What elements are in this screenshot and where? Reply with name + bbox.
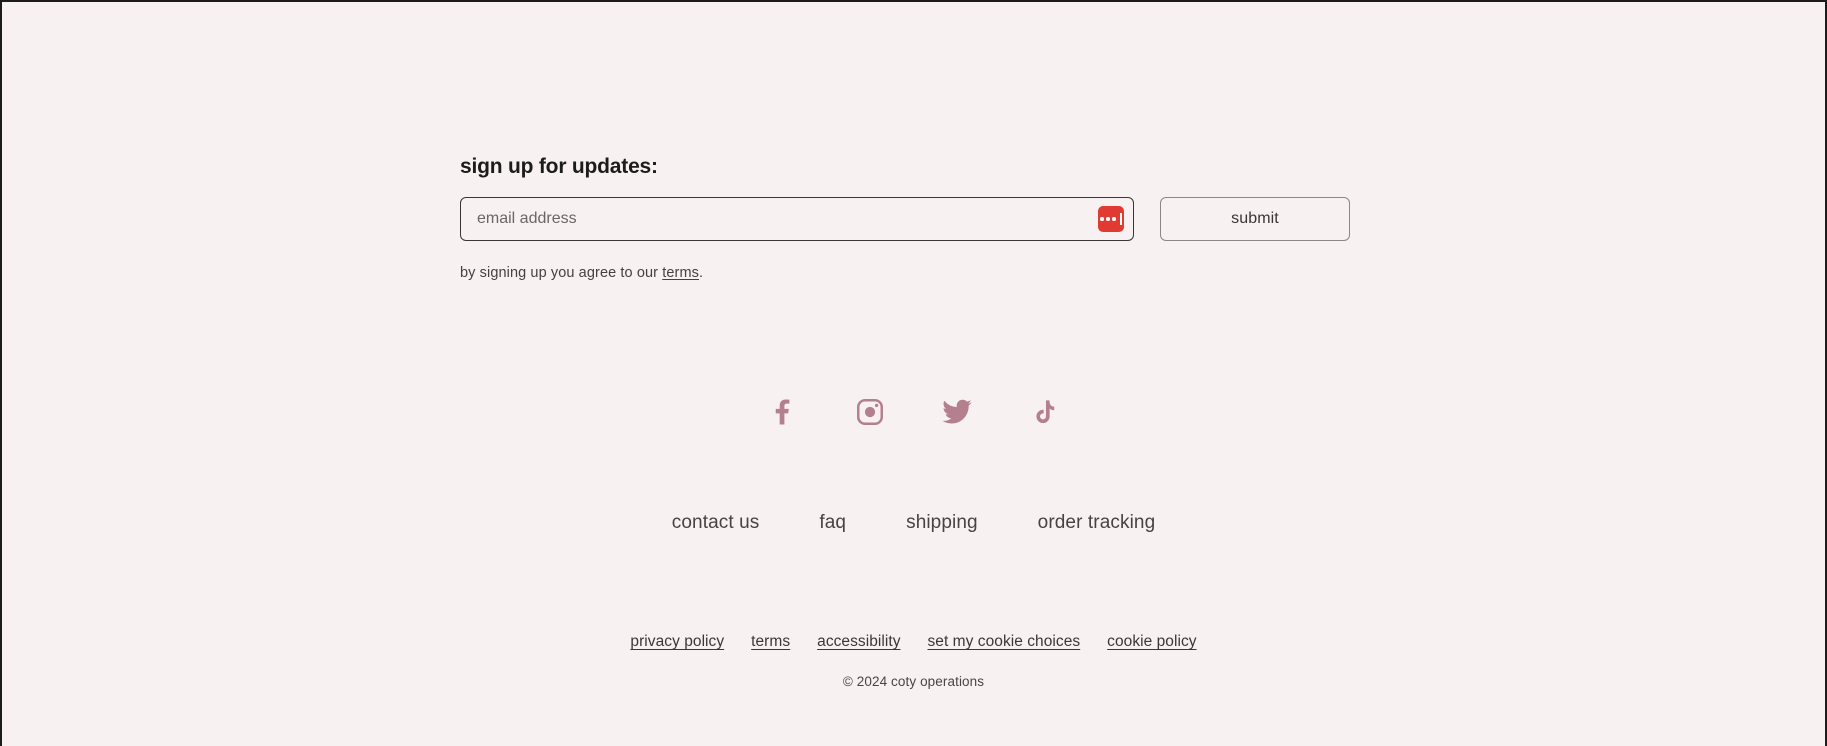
help-nav-item-order-tracking[interactable]: order tracking bbox=[1038, 512, 1156, 534]
twitter-icon bbox=[941, 396, 973, 428]
copyright-text: © 2024 coty operations bbox=[842, 674, 985, 689]
terms-link[interactable]: terms bbox=[662, 265, 699, 281]
help-nav-item-shipping[interactable]: shipping bbox=[906, 512, 978, 534]
social-links bbox=[2, 390, 1825, 434]
site-footer: sign up for updates: submit by signing u… bbox=[2, 2, 1825, 746]
help-nav-item-faq[interactable]: faq bbox=[819, 512, 846, 534]
social-link-tiktok[interactable] bbox=[1022, 390, 1066, 434]
email-input[interactable] bbox=[460, 197, 1134, 242]
social-link-twitter[interactable] bbox=[935, 390, 979, 434]
consent-suffix: . bbox=[698, 265, 704, 282]
browser-viewport: sign up for updates: submit by signing u… bbox=[0, 0, 1827, 746]
email-field-wrapper bbox=[460, 197, 1134, 242]
social-link-facebook[interactable] bbox=[761, 390, 805, 434]
legal-nav: privacy policy terms accessibility set m… bbox=[2, 633, 1825, 651]
legal-nav-item-set-my-cookie-choices[interactable]: set my cookie choices bbox=[928, 633, 1081, 651]
autofill-caret bbox=[1120, 213, 1122, 226]
legal-nav-item-cookie-policy[interactable]: cookie policy bbox=[1107, 633, 1196, 651]
social-link-instagram[interactable] bbox=[848, 390, 892, 434]
legal-nav-item-privacy-policy[interactable]: privacy policy bbox=[630, 633, 724, 651]
autofill-dot bbox=[1100, 217, 1104, 221]
signup-heading: sign up for updates: bbox=[460, 155, 658, 178]
consent-text: by signing up you agree to our terms. bbox=[460, 265, 1360, 281]
instagram-icon bbox=[855, 397, 885, 427]
legal-nav-item-terms[interactable]: terms bbox=[751, 633, 790, 651]
newsletter-signup-section: sign up for updates: submit by signing u… bbox=[460, 154, 1360, 296]
submit-button[interactable]: submit bbox=[1160, 197, 1350, 242]
help-nav-item-contact-us[interactable]: contact us bbox=[672, 512, 760, 534]
consent-prefix: by signing up you agree to our bbox=[460, 265, 663, 282]
autofill-dot bbox=[1112, 217, 1116, 221]
tiktok-icon bbox=[1030, 398, 1059, 427]
password-manager-icon[interactable] bbox=[1098, 206, 1124, 233]
help-nav: contact us faq shipping order tracking bbox=[2, 512, 1825, 534]
facebook-icon bbox=[768, 397, 798, 427]
signup-form-row: submit bbox=[460, 197, 1360, 242]
autofill-dot bbox=[1106, 217, 1110, 221]
legal-nav-item-accessibility[interactable]: accessibility bbox=[817, 633, 900, 651]
